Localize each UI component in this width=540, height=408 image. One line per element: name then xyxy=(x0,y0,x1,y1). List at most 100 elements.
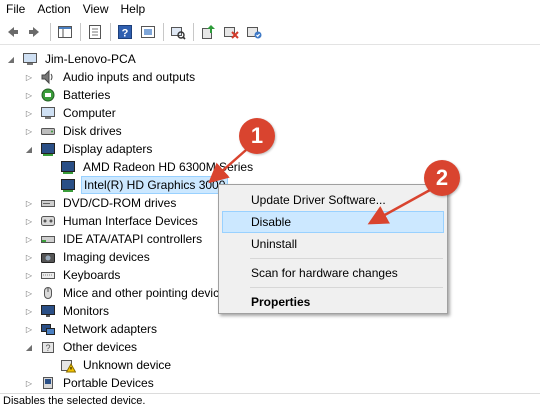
expand-arrow-icon[interactable]: ▷ xyxy=(24,284,34,302)
tree-item-portable[interactable]: ▷ Portable Devices xyxy=(24,374,156,392)
tree-item-disk-drives[interactable]: ▷ Disk drives xyxy=(24,122,124,140)
tree-item-network[interactable]: ▷ Network adapters xyxy=(24,320,159,338)
tree-item-label: Network adapters xyxy=(63,322,158,336)
annotation-badge-2: 2 xyxy=(424,160,460,196)
properties-icon[interactable] xyxy=(85,22,105,42)
expand-arrow-icon[interactable]: ▷ xyxy=(24,248,34,266)
tree-item-hid[interactable]: ▷ Human Interface Devices xyxy=(24,212,200,230)
tree-item-label: Portable Devices xyxy=(63,376,154,390)
expand-arrow-icon[interactable]: ▷ xyxy=(24,68,34,86)
toolbar-separator xyxy=(193,22,194,41)
tree-item-display-adapters[interactable]: ◢ Display adapters xyxy=(24,140,154,158)
menu-separator xyxy=(250,258,443,259)
battery-icon xyxy=(40,87,56,103)
expand-arrow-icon[interactable]: ▷ xyxy=(24,230,34,248)
tree-item-label: Disk drives xyxy=(63,124,122,138)
tree-item-label: AMD Radeon HD 6300M Series xyxy=(83,160,254,174)
menu-item-properties[interactable]: Properties xyxy=(222,291,444,313)
context-menu: Update Driver Software... Disable Uninst… xyxy=(218,184,448,314)
tree-item-computer[interactable]: ▷ Computer xyxy=(24,104,118,122)
svg-text:?: ? xyxy=(45,343,50,353)
tree-root-label: Jim-Lenovo-PCA xyxy=(45,52,136,66)
menu-view[interactable]: View xyxy=(77,0,115,18)
tree-item-ide[interactable]: ▷ IDE ATA/ATAPI controllers xyxy=(24,230,204,248)
portable-icon xyxy=(40,375,56,391)
help-icon[interactable]: ? xyxy=(115,22,135,42)
tree-item-label: IDE ATA/ATAPI controllers xyxy=(63,232,203,246)
toolbar-separator xyxy=(80,22,81,41)
back-icon[interactable] xyxy=(2,22,22,42)
tree-item-dvd[interactable]: ▷ DVD/CD-ROM drives xyxy=(24,194,178,212)
toolbar-separator xyxy=(110,22,111,41)
menu-action[interactable]: Action xyxy=(31,0,76,18)
menu-file[interactable]: File xyxy=(0,0,31,18)
tree-item-label: DVD/CD-ROM drives xyxy=(63,196,177,210)
other-devices-icon: ? xyxy=(40,339,56,355)
collapse-arrow-icon[interactable]: ◢ xyxy=(6,50,16,68)
menu-item-disable[interactable]: Disable xyxy=(222,211,444,233)
tree-item-label: Intel(R) HD Graphics 3000 xyxy=(81,176,229,194)
menu-item-uninstall[interactable]: Uninstall xyxy=(222,233,444,255)
toolbar: ? xyxy=(0,19,540,45)
enable-icon[interactable] xyxy=(244,22,264,42)
tree-item-amd-radeon[interactable]: AMD Radeon HD 6300M Series xyxy=(60,158,255,176)
computer-icon xyxy=(22,51,38,67)
display-adapter-icon xyxy=(40,141,56,157)
warning-icon xyxy=(60,357,76,373)
speaker-icon xyxy=(40,69,56,85)
expand-arrow-icon[interactable]: ▷ xyxy=(24,212,34,230)
show-hide-icon[interactable] xyxy=(138,22,158,42)
svg-text:?: ? xyxy=(122,27,129,39)
computer-icon xyxy=(40,105,56,121)
tree-item-intel-hd[interactable]: Intel(R) HD Graphics 3000 xyxy=(60,176,229,194)
hid-icon xyxy=(40,213,56,229)
expand-arrow-icon[interactable]: ▷ xyxy=(24,374,34,392)
tree-item-label: Display adapters xyxy=(63,142,153,156)
tree-item-label: Batteries xyxy=(63,88,111,102)
menu-separator xyxy=(250,287,443,288)
tree-item-label: Audio inputs and outputs xyxy=(63,70,196,84)
tree-item-label: Monitors xyxy=(63,304,110,318)
menu-item-update-driver[interactable]: Update Driver Software... xyxy=(222,189,444,211)
network-icon xyxy=(40,321,56,337)
menu-item-scan[interactable]: Scan for hardware changes xyxy=(222,262,444,284)
tree-item-other-devices[interactable]: ◢ ? Other devices xyxy=(24,338,139,356)
expand-arrow-icon[interactable]: ▷ xyxy=(24,122,34,140)
tree-item-imaging[interactable]: ▷ Imaging devices xyxy=(24,248,152,266)
keyboard-icon xyxy=(40,267,56,283)
expand-arrow-icon[interactable]: ▷ xyxy=(24,266,34,284)
tree-item-label: Unknown device xyxy=(83,358,172,372)
tree-item-audio[interactable]: ▷ Audio inputs and outputs xyxy=(24,68,197,86)
collapse-arrow-icon[interactable]: ◢ xyxy=(24,338,34,356)
forward-icon[interactable] xyxy=(25,22,45,42)
menu-bar: File Action View Help xyxy=(0,0,540,18)
collapse-arrow-icon[interactable]: ◢ xyxy=(24,140,34,158)
tree-item-batteries[interactable]: ▷ Batteries xyxy=(24,86,112,104)
expand-arrow-icon[interactable]: ▷ xyxy=(24,320,34,338)
annotation-badge-1: 1 xyxy=(239,118,275,154)
display-adapter-icon xyxy=(60,159,76,175)
mouse-icon xyxy=(40,285,56,301)
expand-arrow-icon[interactable]: ▷ xyxy=(24,194,34,212)
menu-help[interactable]: Help xyxy=(115,0,152,18)
uninstall-icon[interactable] xyxy=(221,22,241,42)
tree-item-label: Computer xyxy=(63,106,116,120)
tree-item-unknown-device[interactable]: Unknown device xyxy=(60,356,173,374)
update-driver-icon[interactable] xyxy=(198,22,218,42)
console-tree-icon[interactable] xyxy=(55,22,75,42)
expand-arrow-icon[interactable]: ▷ xyxy=(24,104,34,122)
tree-item-label: Human Interface Devices xyxy=(63,214,198,228)
scan-hardware-icon[interactable] xyxy=(168,22,188,42)
tree-item-mice[interactable]: ▷ Mice and other pointing devices xyxy=(24,284,234,302)
tree-item-keyboards[interactable]: ▷ Keyboards xyxy=(24,266,122,284)
tree-item-monitors[interactable]: ▷ Monitors xyxy=(24,302,111,320)
tree-item-label: Mice and other pointing devices xyxy=(63,286,232,300)
expand-arrow-icon[interactable]: ▷ xyxy=(24,302,34,320)
camera-icon xyxy=(40,249,56,265)
tree-root[interactable]: ◢ Jim-Lenovo-PCA xyxy=(6,50,138,68)
dvd-icon xyxy=(40,195,56,211)
display-adapter-icon xyxy=(60,177,76,193)
status-bar: Disables the selected device. xyxy=(0,393,540,407)
expand-arrow-icon[interactable]: ▷ xyxy=(24,86,34,104)
disk-icon xyxy=(40,123,56,139)
